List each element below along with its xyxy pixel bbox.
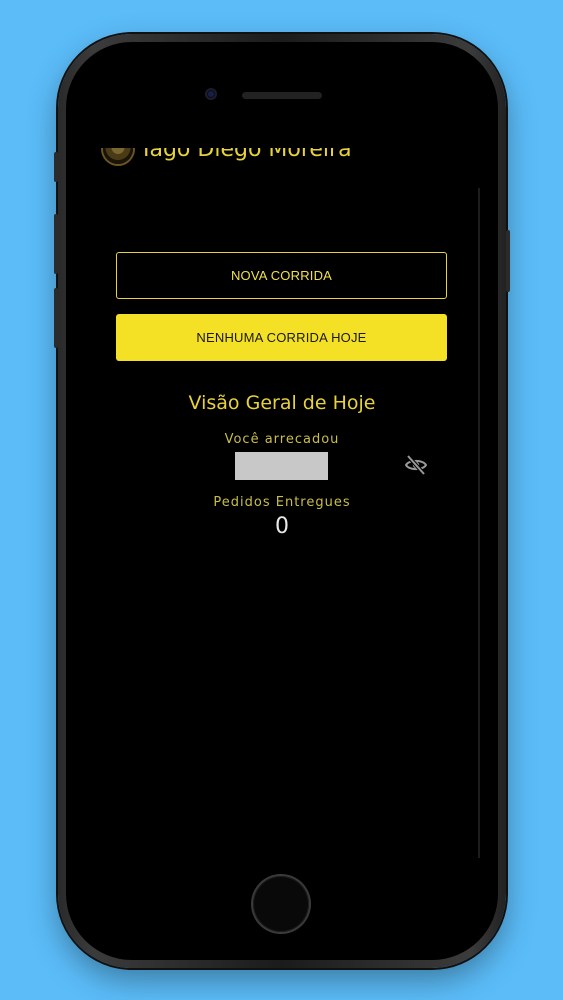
earpiece-speaker	[242, 92, 322, 99]
mute-switch	[54, 152, 58, 182]
front-camera	[205, 88, 217, 100]
new-ride-button[interactable]: NOVA CORRIDA	[116, 252, 447, 299]
home-button[interactable]	[253, 876, 309, 932]
avatar[interactable]	[103, 148, 133, 164]
phone-device: Iago Diego Moreira NOVA CORRIDA NENHUMA …	[54, 34, 510, 968]
eye-off-icon[interactable]	[404, 453, 428, 477]
orders-delivered-value: 0	[275, 514, 289, 539]
power-button	[506, 230, 510, 292]
volume-down-button	[54, 288, 58, 348]
hidden-earned-value	[235, 452, 328, 480]
app-screen: Iago Diego Moreira NOVA CORRIDA NENHUMA …	[83, 148, 481, 863]
orders-delivered-label: Pedidos Entregues	[213, 495, 351, 510]
overview-title: Visão Geral de Hoje	[188, 392, 376, 414]
earned-label: Você arrecadou	[224, 432, 340, 447]
user-header: Iago Diego Moreira	[103, 148, 352, 164]
volume-up-button	[54, 214, 58, 274]
user-name: Iago Diego Moreira	[143, 148, 352, 162]
no-rides-today-button[interactable]: NENHUMA CORRIDA HOJE	[116, 314, 447, 361]
